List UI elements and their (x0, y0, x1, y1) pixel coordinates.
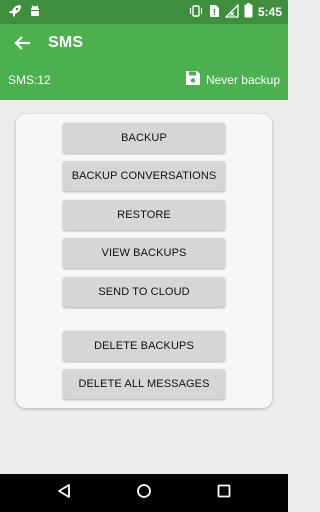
nav-back-button[interactable] (53, 482, 75, 504)
arrow-back-icon (14, 34, 32, 57)
nav-recents-button[interactable] (213, 482, 235, 504)
backup-conversations-button[interactable]: BACKUP CONVERSATIONS (63, 161, 225, 191)
battery-icon (244, 3, 253, 21)
backup-status-text: Never backup (205, 72, 280, 87)
backup-status[interactable]: Never backup (185, 70, 280, 89)
signal-icon (224, 2, 239, 21)
view-backups-button[interactable]: VIEW BACKUPS (63, 238, 225, 268)
android-icon (28, 4, 42, 23)
status-bar: ! 5:45 (0, 0, 288, 24)
clock-time: 5:45 (257, 5, 282, 19)
svg-text:!: ! (213, 8, 217, 17)
sms-count: SMS:12 (8, 73, 51, 87)
navigation-bar (0, 474, 288, 512)
delete-backups-button[interactable]: DELETE BACKUPS (63, 331, 225, 361)
actions-card: BACKUP BACKUP CONVERSATIONS RESTORE VIEW… (16, 114, 272, 408)
save-disk-icon (185, 70, 201, 89)
nav-home-button[interactable] (133, 482, 155, 504)
rocket-icon (8, 4, 22, 23)
send-to-cloud-button[interactable]: SEND TO CLOUD (63, 277, 225, 307)
back-button[interactable] (10, 32, 36, 58)
recents-square-icon (216, 483, 232, 504)
back-triangle-icon (56, 483, 72, 504)
no-sim-icon: ! (208, 4, 220, 21)
backup-button[interactable]: BACKUP (63, 123, 225, 153)
page-title: SMS (48, 34, 84, 51)
vibrate-icon (189, 4, 203, 21)
delete-all-messages-button[interactable]: DELETE ALL MESSAGES (63, 369, 225, 399)
app-bar: SMS SMS:12 Never backup (0, 24, 288, 100)
restore-button[interactable]: RESTORE (63, 200, 225, 230)
home-circle-icon (136, 483, 152, 504)
